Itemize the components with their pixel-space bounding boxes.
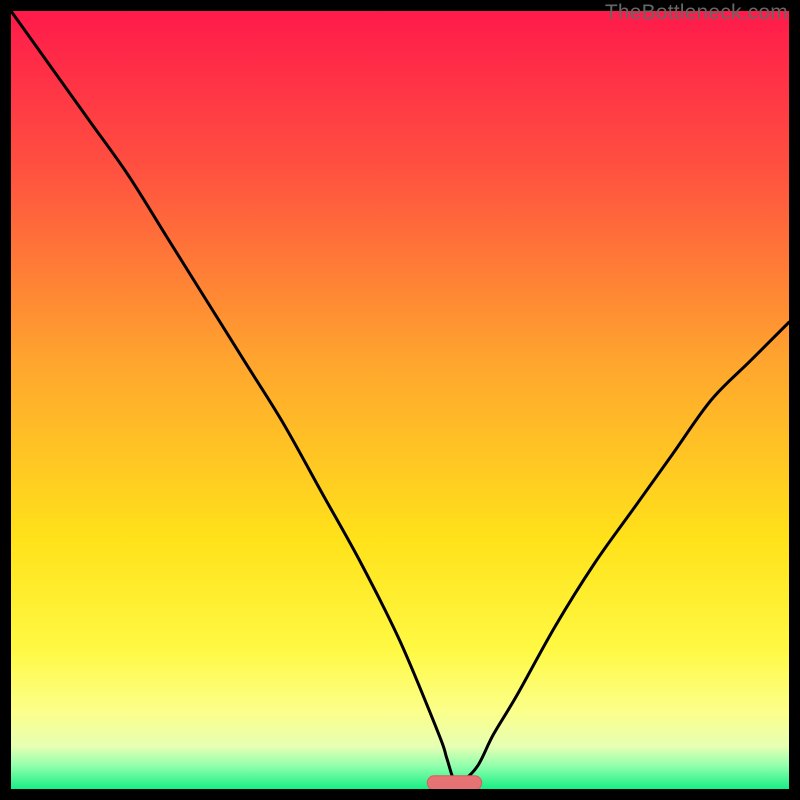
attribution-text: TheBottleneck.com (605, 1, 788, 25)
gradient-background (11, 11, 789, 789)
bottleneck-chart (11, 11, 789, 789)
chart-frame (11, 11, 789, 789)
optimal-marker (427, 776, 481, 789)
